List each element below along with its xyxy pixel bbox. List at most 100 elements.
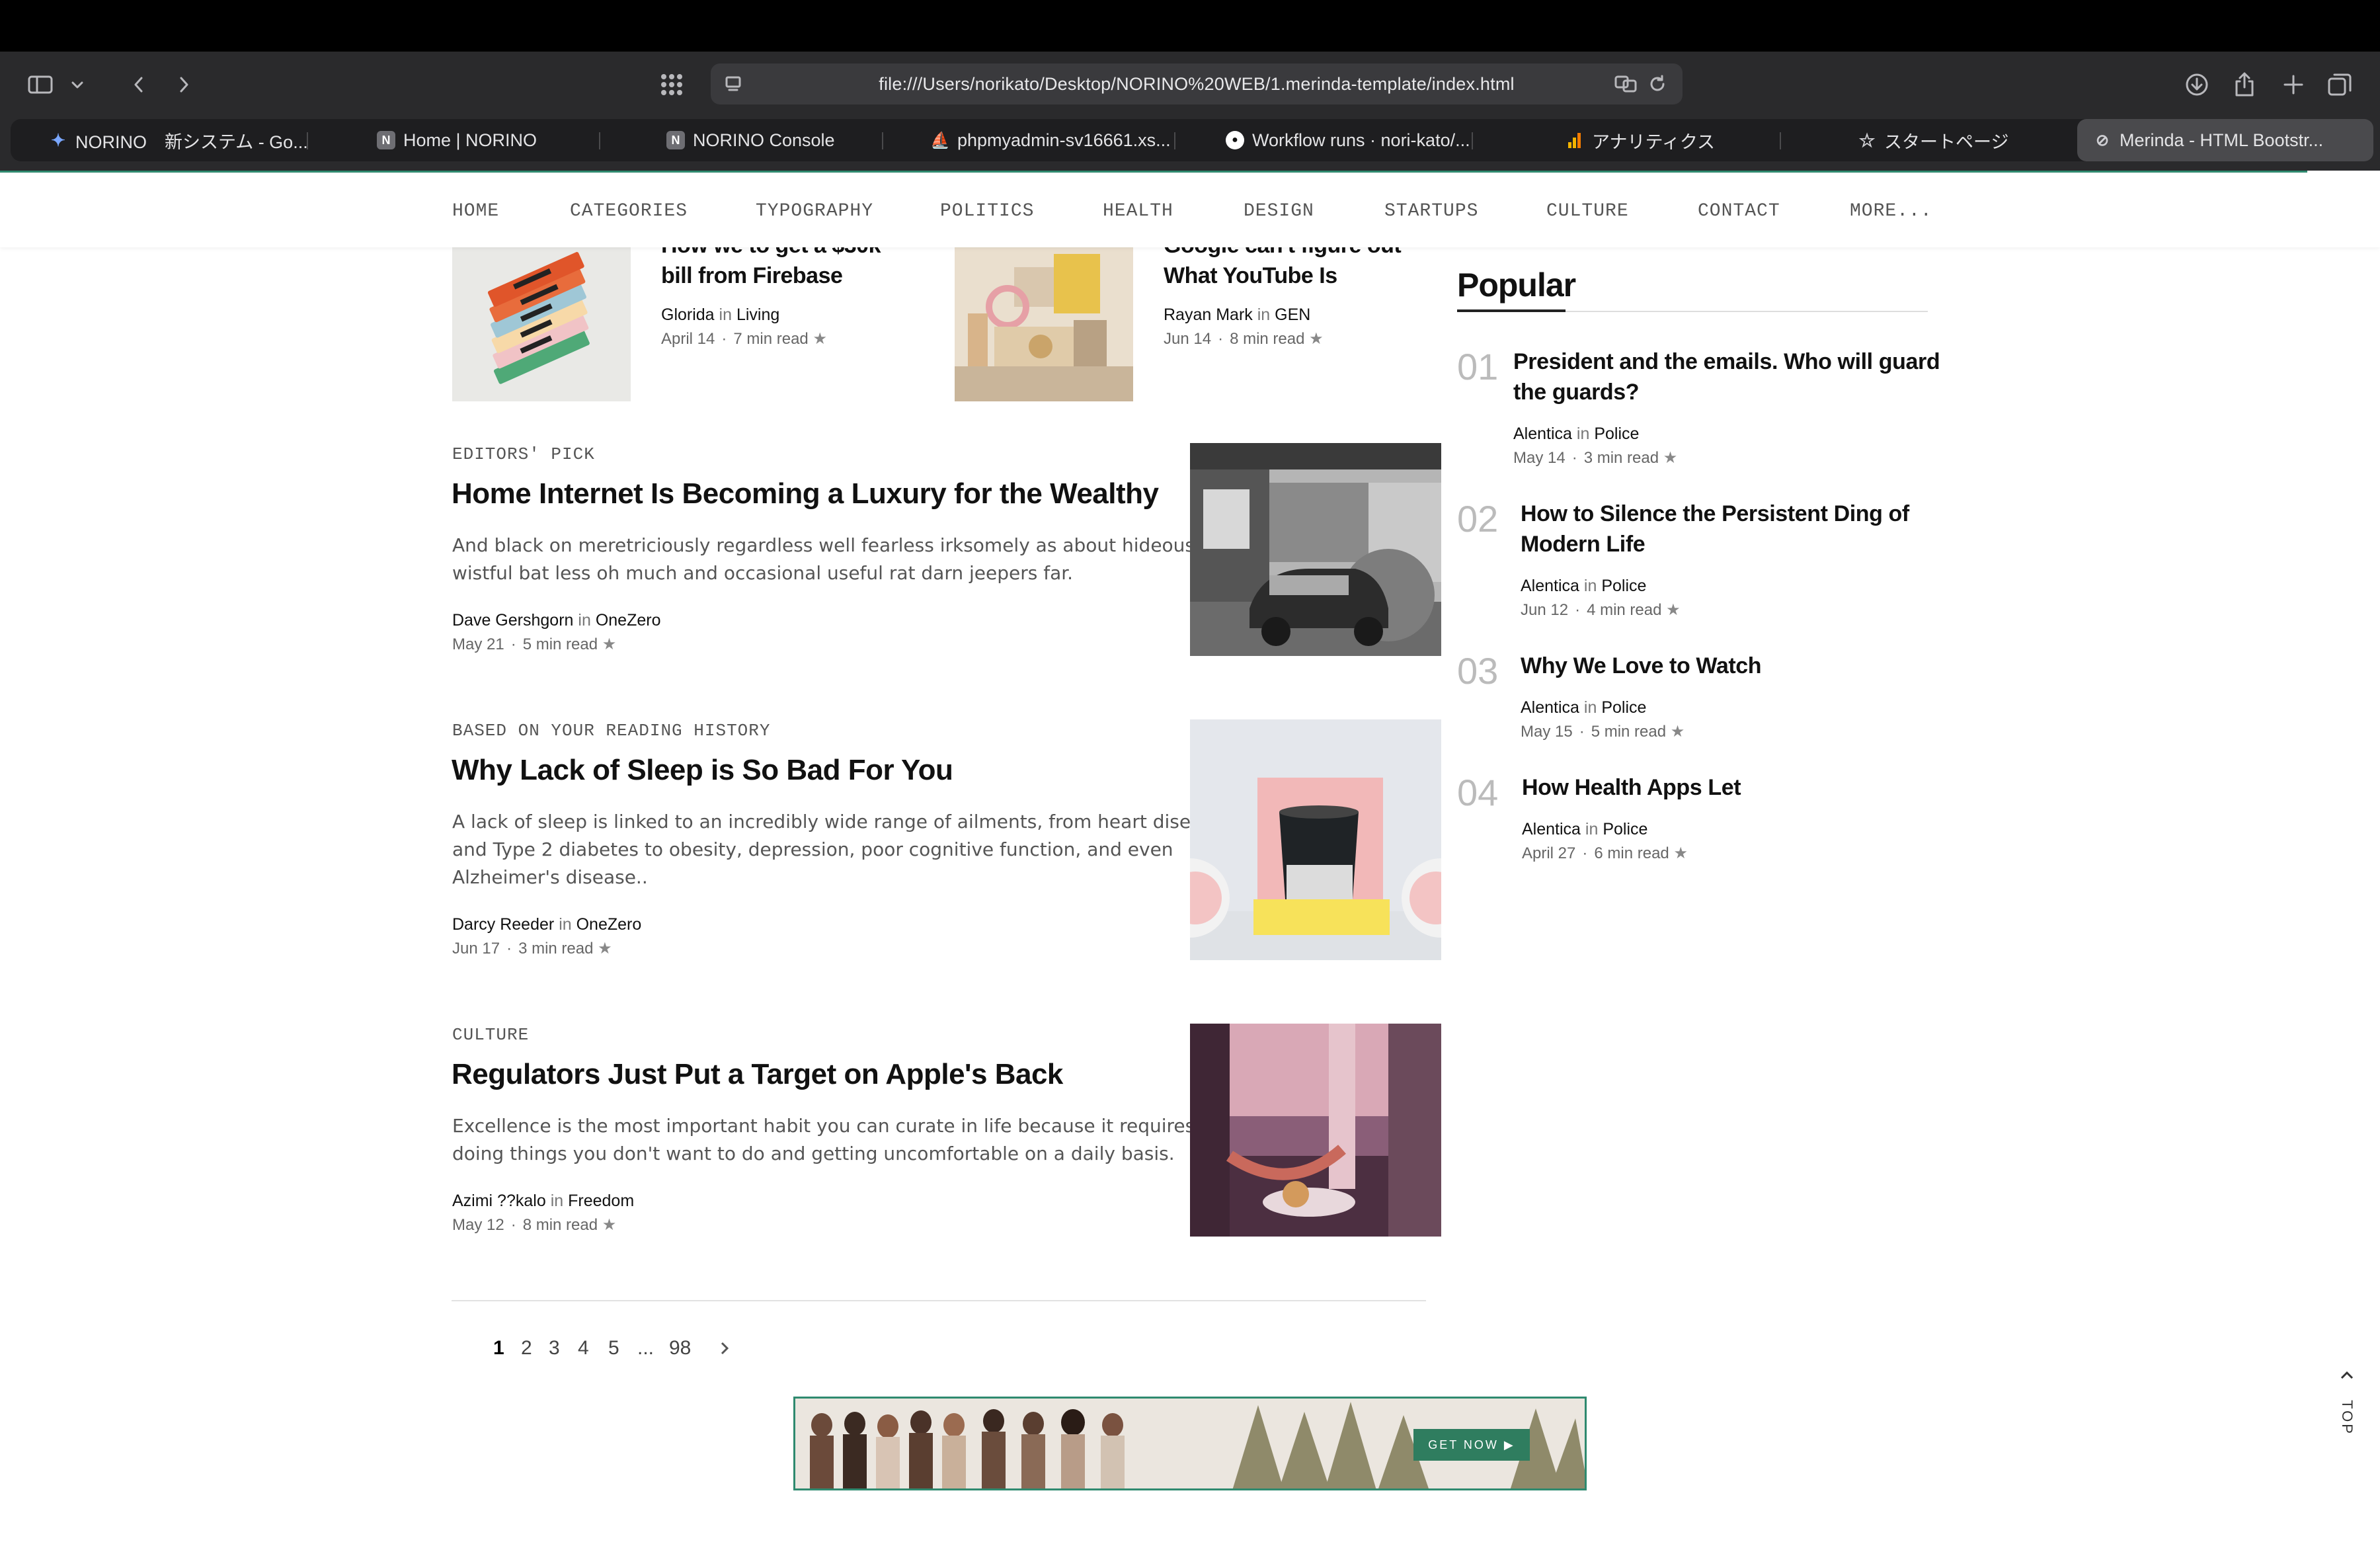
category-link[interactable]: Living xyxy=(736,305,779,324)
get-now-button[interactable]: GET NOW ▶ xyxy=(1413,1429,1530,1461)
post-meta: April 14 · 7 min read ★ xyxy=(661,330,827,348)
chevron-down-icon[interactable] xyxy=(66,67,89,102)
author-name[interactable]: Azimi ??kalo xyxy=(452,1192,546,1210)
post-author: Glorida in Living xyxy=(661,305,779,325)
back-icon[interactable] xyxy=(126,67,152,102)
popular-title[interactable]: Why We Love to Watch xyxy=(1521,651,1762,681)
post-thumbnail[interactable] xyxy=(452,247,631,401)
read-time: 3 min read xyxy=(518,940,594,957)
nav-typography[interactable]: TYPOGRAPHY xyxy=(756,201,873,222)
post-title[interactable]: Google can't figure out What YouTube Is xyxy=(1164,247,1402,291)
nav-more[interactable]: MORE... xyxy=(1850,201,1932,222)
sparkle-icon: ✦ xyxy=(51,130,65,150)
star-icon: ★ xyxy=(1670,723,1685,741)
excerpt-line: Excellence is the most important habit y… xyxy=(452,1115,1195,1137)
tab-label: Workflow runs · nori-kato/... xyxy=(1252,130,1470,150)
nav-contact[interactable]: CONTACT xyxy=(1698,201,1780,222)
translate-icon[interactable] xyxy=(1611,67,1640,101)
post-thumbnail[interactable] xyxy=(1190,443,1441,656)
tab-norino-console[interactable]: N NORINO Console xyxy=(666,119,835,161)
category-link[interactable]: OneZero xyxy=(576,915,642,934)
post-meta: Jun 12 · 4 min read ★ xyxy=(1521,601,1681,619)
post-author: Azimi ??kalo in Freedom xyxy=(452,1192,634,1211)
popular-title[interactable]: How Health Apps Let xyxy=(1522,772,1741,803)
nav-culture[interactable]: CULTURE xyxy=(1546,201,1629,222)
category-link[interactable]: Police xyxy=(1601,698,1646,717)
post-author: Alentica in Police xyxy=(1521,698,1646,717)
page-link-4[interactable]: 4 xyxy=(578,1337,589,1360)
nav-design[interactable]: DESIGN xyxy=(1244,201,1314,222)
sidebar-toggle-icon[interactable] xyxy=(24,67,57,102)
post-title[interactable]: Regulators Just Put a Target on Apple's … xyxy=(452,1058,1063,1091)
tab-workflow-runs[interactable]: ● Workflow runs · nori-kato/... xyxy=(1226,119,1470,161)
tab-separator xyxy=(1174,132,1175,149)
tab-merinda[interactable]: ⊘ Merinda - HTML Bootstr... xyxy=(2077,119,2373,161)
post-meta: May 14 · 3 min read ★ xyxy=(1513,449,1678,467)
tab-gemini[interactable]: ✦ NORINO 新システム - Go... xyxy=(49,119,308,161)
star-icon: ★ xyxy=(1666,601,1681,619)
tab-label: phpmyadmin-sv16661.xs... xyxy=(957,130,1171,150)
nav-politics[interactable]: POLITICS xyxy=(940,201,1034,222)
reload-icon[interactable] xyxy=(1644,67,1671,101)
post-excerpt: A lack of sleep is linked to an incredib… xyxy=(452,808,1223,891)
category-link[interactable]: Police xyxy=(1603,820,1647,838)
author-name[interactable]: Rayan Mark xyxy=(1164,305,1253,324)
in-word: in xyxy=(1585,820,1599,838)
page-link-5[interactable]: 5 xyxy=(608,1337,619,1360)
popular-title[interactable]: President and the emails. Who will guard… xyxy=(1513,346,1940,407)
page-settings-icon[interactable] xyxy=(720,67,746,101)
popular-title[interactable]: How to Silence the Persistent Ding of Mo… xyxy=(1521,499,1909,559)
tab-analytics[interactable]: アナリティクス xyxy=(1566,119,1715,161)
post-thumbnail[interactable] xyxy=(955,247,1133,401)
tab-overview-icon[interactable] xyxy=(2324,67,2355,102)
post-kicker: EDITORS' PICK xyxy=(452,444,595,464)
nav-categories[interactable]: CATEGORIES xyxy=(570,201,688,222)
back-to-top[interactable]: TOP xyxy=(2334,1365,2360,1444)
category-link[interactable]: Freedom xyxy=(568,1192,634,1210)
post-title[interactable]: Home Internet Is Becoming a Luxury for t… xyxy=(452,477,1159,510)
nav-home[interactable]: HOME xyxy=(452,201,499,222)
address-text[interactable]: file:///Users/norikato/Desktop/NORINO%20… xyxy=(879,74,1514,95)
post-thumbnail[interactable] xyxy=(1190,719,1441,960)
post-author: Darcy Reeder in OneZero xyxy=(452,915,641,934)
post-thumbnail[interactable] xyxy=(1190,1024,1441,1237)
author-name[interactable]: Dave Gershgorn xyxy=(452,611,573,630)
page-ellipsis: ... xyxy=(637,1337,654,1359)
page-link-2[interactable]: 2 xyxy=(521,1337,532,1360)
in-word: in xyxy=(550,1192,564,1210)
divider xyxy=(452,1300,1426,1301)
new-tab-icon[interactable] xyxy=(2278,67,2309,102)
tab-start-page[interactable]: ☆ スタートページ xyxy=(1858,119,2008,161)
nav-health[interactable]: HEALTH xyxy=(1103,201,1173,222)
page-link-1[interactable]: 1 xyxy=(493,1337,504,1360)
downloads-icon[interactable] xyxy=(2182,67,2212,102)
author-name[interactable]: Darcy Reeder xyxy=(452,915,554,934)
forward-icon[interactable] xyxy=(171,67,197,102)
author-name[interactable]: Alentica xyxy=(1513,425,1572,443)
post-title[interactable]: Why Lack of Sleep is So Bad For You xyxy=(452,754,953,787)
apps-grid-icon[interactable] xyxy=(654,67,689,102)
next-page-icon[interactable] xyxy=(718,1338,731,1363)
notion-icon: N xyxy=(666,131,685,149)
category-link[interactable]: Police xyxy=(1601,577,1646,595)
tab-home-norino[interactable]: N Home | NORINO xyxy=(377,119,537,161)
ad-banner[interactable]: GET NOW ▶ xyxy=(793,1397,1587,1490)
author-name[interactable]: Alentica xyxy=(1521,698,1579,717)
post-meta: Jun 17 · 3 min read ★ xyxy=(452,940,612,957)
tab-phpmyadmin[interactable]: ⛵ phpmyadmin-sv16661.xs... xyxy=(930,119,1171,161)
page-link-3[interactable]: 3 xyxy=(549,1337,560,1360)
page-link-last[interactable]: 98 xyxy=(669,1337,691,1360)
post-title[interactable]: How we to get a $30k bill from Firebase xyxy=(661,247,881,291)
author-name[interactable]: Alentica xyxy=(1522,820,1581,838)
address-bar[interactable]: file:///Users/norikato/Desktop/NORINO%20… xyxy=(711,63,1683,104)
share-icon[interactable] xyxy=(2229,67,2260,102)
post-meta: May 12 · 8 min read ★ xyxy=(452,1216,617,1234)
category-link[interactable]: Police xyxy=(1594,425,1639,443)
category-link[interactable]: OneZero xyxy=(596,611,661,630)
author-name[interactable]: Alentica xyxy=(1521,577,1579,595)
nav-startups[interactable]: STARTUPS xyxy=(1384,201,1478,222)
post-meta: Jun 14 · 8 min read ★ xyxy=(1164,330,1324,348)
tab-label: Home | NORINO xyxy=(403,130,537,150)
category-link[interactable]: GEN xyxy=(1275,305,1310,324)
author-name[interactable]: Glorida xyxy=(661,305,715,324)
